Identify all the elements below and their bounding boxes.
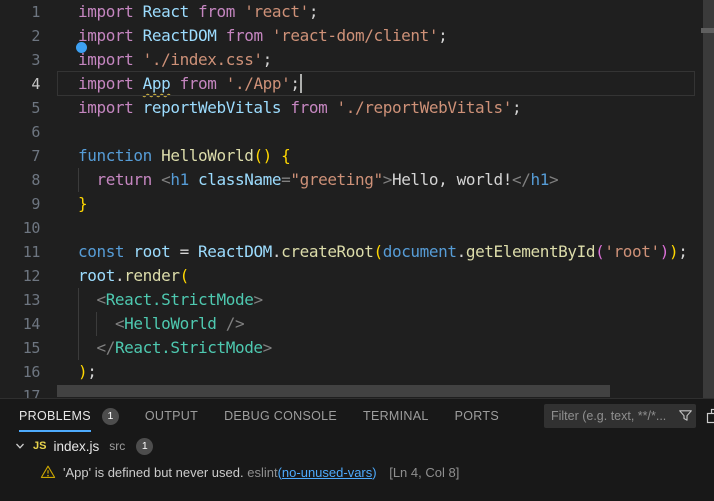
line-content: ); [40,360,96,384]
bottom-panel: PROBLEMS 1 OUTPUT DEBUG CONSOLE TERMINAL PORT… [0,398,714,501]
problems-file-row[interactable]: JS index.js src 1 [0,433,714,459]
line-number: 6 [0,120,40,144]
problem-message: 'App' is defined but never used. eslint(… [63,465,459,480]
code-line-10[interactable]: 10 [0,216,714,240]
code-line-13[interactable]: 13 <React.StrictMode> [0,288,714,312]
collapse-all-icon[interactable] [706,408,714,425]
line-number: 12 [0,264,40,288]
indent-guide [96,312,97,336]
line-content: } [40,192,87,216]
line-content: import reportWebVitals from './reportWeb… [40,96,521,120]
problem-source: eslint [247,465,277,480]
code-line-9[interactable]: 9} [0,192,714,216]
code-line-14[interactable]: 14 <HelloWorld /> [0,312,714,336]
javascript-file-icon: JS [33,440,46,452]
indent-guide [78,288,79,360]
text-cursor [300,74,302,93]
line-number: 10 [0,216,40,240]
line-content: import ReactDOM from 'react-dom/client'; [40,24,447,48]
panel-tab-label: DEBUG CONSOLE [224,409,337,423]
line-content: <React.StrictMode> [40,288,263,312]
panel-tab-label: PROBLEMS [19,409,91,423]
horizontal-scrollbar[interactable] [57,385,610,397]
filter-icon [678,408,693,423]
code-line-3[interactable]: 3import './index.css'; [0,48,714,72]
code-line-1[interactable]: 1import React from 'react'; [0,0,714,24]
problem-message-text: 'App' is defined but never used. [63,465,244,480]
line-number: 9 [0,192,40,216]
line-content: import React from 'react'; [40,0,318,24]
problems-tree: JS index.js src 1 'App' is defined but n… [0,433,714,485]
vertical-scrollbar[interactable] [703,0,714,398]
code-line-15[interactable]: 15 </React.StrictMode> [0,336,714,360]
line-number: 11 [0,240,40,264]
line-content [40,216,78,240]
code-line-2[interactable]: 2import ReactDOM from 'react-dom/client'… [0,24,714,48]
file-path: src [109,439,125,453]
line-number: 7 [0,144,40,168]
panel-tab-terminal[interactable]: TERMINAL [363,409,429,423]
line-content: function HelloWorld() { [40,144,290,168]
line-number: 2 [0,24,40,48]
vscode-window: 1import React from 'react';2import React… [0,0,714,501]
tab-badge: 1 [102,408,119,425]
code-editor[interactable]: 1import React from 'react';2import React… [0,0,714,398]
line-number: 15 [0,336,40,360]
panel-tab-label: TERMINAL [363,409,429,423]
touch-cursor-dot [76,42,87,53]
line-content: </React.StrictMode> [40,336,272,360]
panel-tab-output[interactable]: OUTPUT [145,409,198,423]
line-content: import './index.css'; [40,48,272,72]
problem-count-badge: 1 [136,438,153,455]
panel-tab-label: PORTS [455,409,499,423]
panel-tab-ports[interactable]: PORTS [455,409,499,423]
problems-filter-input[interactable] [544,404,696,428]
line-number: 14 [0,312,40,336]
code-line-16[interactable]: 16); [0,360,714,384]
code-line-5[interactable]: 5import reportWebVitals from './reportWe… [0,96,714,120]
line-content: root.render( [40,264,189,288]
panel-tab-debug-console[interactable]: DEBUG CONSOLE [224,409,337,423]
code-line-4[interactable]: 4import App from './App'; [0,72,714,96]
code-line-8[interactable]: 8 return <h1 className="greeting">Hello,… [0,168,714,192]
indent-guide [78,168,79,192]
line-number: 5 [0,96,40,120]
line-content: <HelloWorld /> [40,312,244,336]
panel-actions [706,408,714,425]
problems-filter [544,404,696,428]
file-name: index.js [53,439,99,454]
problem-rule-link[interactable]: no-unused-vars [282,465,372,480]
line-number: 17 [0,384,40,398]
line-number: 8 [0,168,40,192]
chevron-down-icon [12,438,28,454]
panel-tab-problems[interactable]: PROBLEMS 1 [19,408,119,425]
code-line-11[interactable]: 11const root = ReactDOM.createRoot(docum… [0,240,714,264]
panel-tab-bar: PROBLEMS 1 OUTPUT DEBUG CONSOLE TERMINAL PORT… [0,399,714,433]
line-content: const root = ReactDOM.createRoot(documen… [40,240,687,264]
line-content: return <h1 className="greeting">Hello, w… [40,168,558,192]
line-number: 13 [0,288,40,312]
line-content: import App from './App'; [40,72,302,96]
line-number: 16 [0,360,40,384]
line-content [40,120,78,144]
problem-row[interactable]: 'App' is defined but never used. eslint(… [0,459,714,485]
overview-ruler-mark [701,28,714,33]
panel-tab-label: OUTPUT [145,409,198,423]
line-number: 4 [0,72,40,96]
line-number: 3 [0,48,40,72]
problem-location: [Ln 4, Col 8] [389,465,459,480]
line-number: 1 [0,0,40,24]
code-line-7[interactable]: 7function HelloWorld() { [0,144,714,168]
code-line-12[interactable]: 12root.render( [0,264,714,288]
warning-icon [40,464,56,480]
code-line-6[interactable]: 6 [0,120,714,144]
